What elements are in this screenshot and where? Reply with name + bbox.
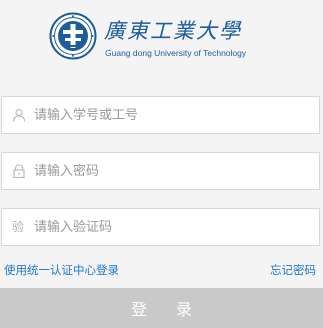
user-icon	[12, 108, 26, 122]
login-button[interactable]: 登 录	[0, 288, 323, 328]
captcha-input[interactable]	[34, 209, 314, 245]
university-english-name: Guang dong University of Technology	[105, 48, 247, 58]
university-seal-icon	[49, 12, 97, 60]
captcha-icon: 验	[12, 220, 25, 234]
lock-icon	[13, 164, 25, 178]
university-logo: 廣東工業大學 Guang dong University of Technolo…	[49, 12, 269, 66]
forgot-password-link[interactable]: 忘记密码	[270, 262, 316, 278]
password-input[interactable]	[34, 153, 314, 189]
unified-auth-login-link[interactable]: 使用统一认证中心登录	[4, 262, 119, 278]
captcha-field[interactable]: 验	[1, 208, 320, 246]
password-field[interactable]	[1, 152, 320, 190]
username-field[interactable]	[1, 96, 320, 134]
university-chinese-name: 廣東工業大學	[104, 19, 242, 43]
username-input[interactable]	[34, 97, 314, 133]
